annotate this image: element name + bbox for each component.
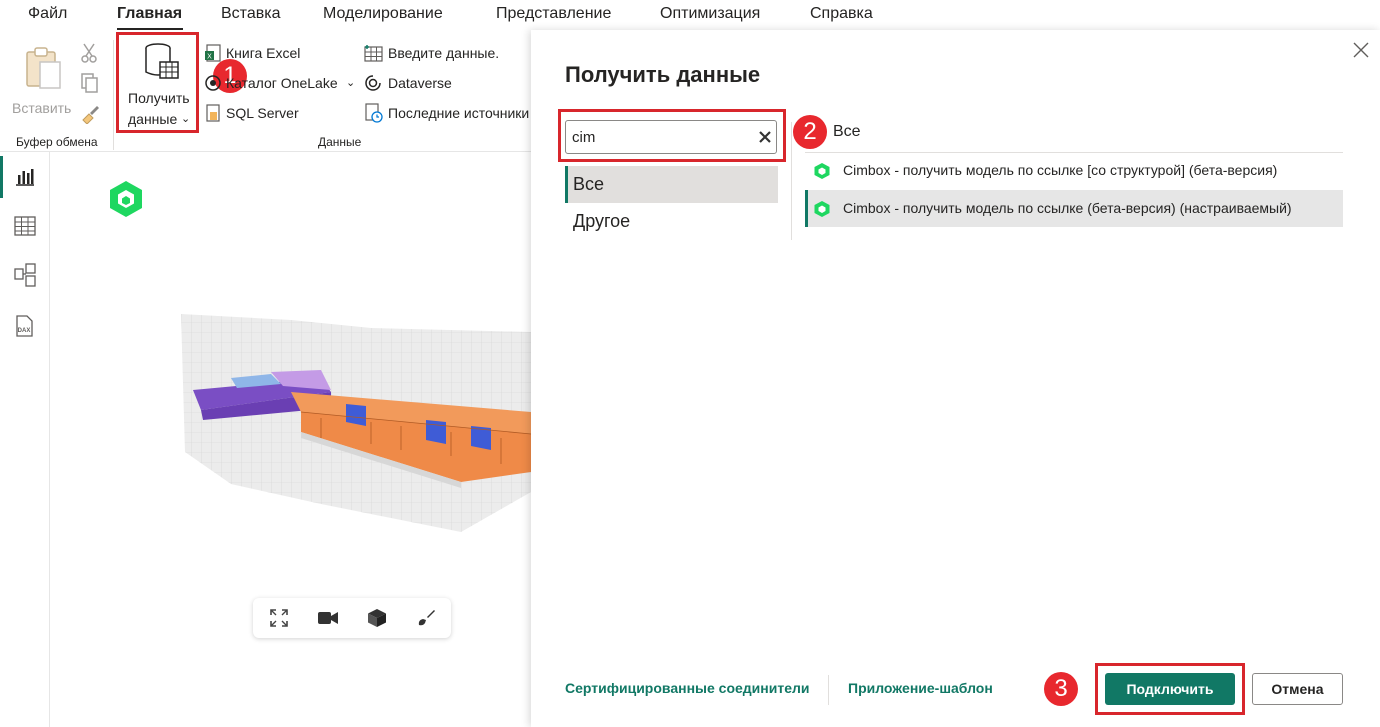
recent-sources-icon: [365, 103, 383, 123]
brush-icon[interactable]: [416, 608, 436, 628]
data-group-label: Данные: [318, 135, 362, 149]
dataverse-button[interactable]: Dataverse: [388, 75, 452, 91]
dataverse-icon: [365, 75, 381, 91]
close-icon[interactable]: [1351, 40, 1371, 60]
sql-server-icon: [206, 104, 220, 122]
report-view-icon[interactable]: [14, 165, 36, 187]
menu-file[interactable]: Файл: [28, 5, 67, 23]
results-header: Все: [833, 123, 861, 140]
format-painter-icon[interactable]: [79, 102, 101, 124]
highlight-search: [558, 109, 786, 162]
expand-icon[interactable]: [269, 608, 289, 628]
certified-connectors-link[interactable]: Сертифицированные соединители: [565, 680, 809, 696]
onelake-chevron-down-icon[interactable]: ⌄: [346, 76, 355, 89]
onelake-catalog-button[interactable]: Каталог OneLake: [226, 75, 356, 95]
svg-text:X: X: [207, 54, 212, 61]
onelake-icon: [205, 75, 221, 91]
connect-button[interactable]: Подключить: [1105, 673, 1235, 705]
onelake-label: Каталог OneLake: [226, 75, 338, 91]
highlight-get-data: [116, 32, 199, 133]
template-apps-link[interactable]: Приложение-шаблон: [848, 680, 993, 696]
menu-view[interactable]: Представление: [496, 5, 611, 23]
enter-data-icon: [364, 45, 383, 62]
excel-workbook-button[interactable]: Книга Excel: [226, 45, 300, 61]
result-cimbox-custom[interactable]: Cimbox - получить модель по ссылке (бета…: [805, 190, 1343, 227]
step-badge-2: 2: [793, 115, 827, 149]
menu-home[interactable]: Главная: [117, 5, 182, 23]
recent-sources-button[interactable]: Последние источники: [388, 105, 531, 125]
cimbox-logo: [110, 181, 142, 217]
pane-divider: [791, 122, 792, 240]
powerbi-window: Файл Главная Вставка Моделирование Предс…: [0, 0, 1380, 727]
sql-server-button[interactable]: SQL Server: [226, 105, 299, 121]
view-rail: DAX: [0, 152, 50, 727]
active-view-indicator: [0, 156, 3, 198]
cube-icon[interactable]: [367, 608, 387, 628]
table-view-icon[interactable]: [14, 216, 36, 236]
result-label: Cimbox - получить модель по ссылке [со с…: [843, 162, 1278, 178]
recent-sources-label: Последние источники: [388, 105, 530, 121]
cimbox-icon: [814, 201, 830, 217]
cancel-button[interactable]: Отмена: [1252, 673, 1343, 705]
category-other[interactable]: Другое: [565, 203, 778, 240]
footer-separator: [828, 675, 829, 705]
paste-label: Вставить: [12, 100, 72, 116]
model-view-icon[interactable]: [13, 263, 37, 287]
step-badge-3: 3: [1044, 672, 1078, 706]
dax-query-icon[interactable]: DAX: [12, 314, 36, 338]
excel-icon: X: [205, 44, 221, 62]
camera-icon[interactable]: [317, 608, 339, 628]
menu-modeling[interactable]: Моделирование: [323, 5, 443, 23]
viewer-toolbar: [253, 598, 451, 638]
ribbon-separator: [113, 40, 114, 150]
result-cimbox-structure[interactable]: Cimbox - получить модель по ссылке [со с…: [805, 152, 1343, 189]
cut-icon[interactable]: [80, 42, 98, 64]
cimbox-icon: [814, 163, 830, 179]
result-label: Cimbox - получить модель по ссылке (бета…: [843, 200, 1292, 216]
menu-optimize[interactable]: Оптимизация: [660, 5, 760, 23]
menu-insert[interactable]: Вставка: [221, 5, 280, 23]
copy-icon[interactable]: [80, 72, 100, 94]
paste-button[interactable]: Вставить: [8, 40, 76, 125]
paste-icon: [26, 47, 61, 89]
report-canvas: [51, 152, 531, 727]
menu-help[interactable]: Справка: [810, 5, 873, 23]
clipboard-group-label: Буфер обмена: [16, 135, 98, 149]
get-data-dialog: Получить данные 2 Все Другое Все Cimbox …: [531, 30, 1380, 727]
svg-text:DAX: DAX: [18, 328, 31, 334]
category-all[interactable]: Все: [565, 166, 778, 203]
building-3d-model[interactable]: [171, 292, 531, 552]
dialog-title: Получить данные: [565, 62, 761, 87]
enter-data-button[interactable]: Введите данные.: [388, 45, 499, 61]
menu-bar: Файл Главная Вставка Моделирование Предс…: [0, 0, 1380, 31]
